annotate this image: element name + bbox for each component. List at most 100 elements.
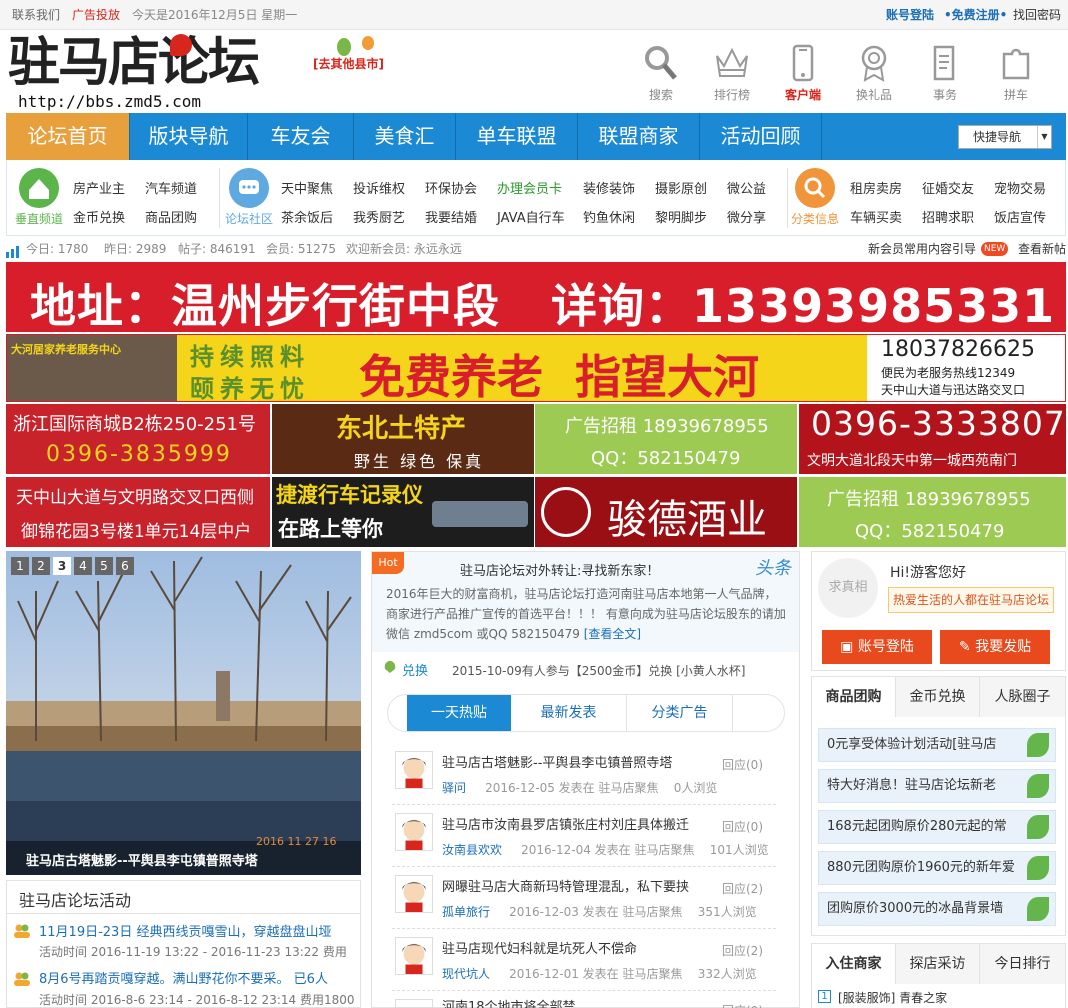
login-link[interactable]: 账号登陆 (886, 0, 934, 30)
post-title[interactable]: 驻马店古塔魅影--平舆县李屯镇普照寺塔 (442, 752, 672, 771)
list-item[interactable]: 880元团购原价1960元的新年爱 (818, 851, 1056, 885)
group3-label[interactable]: 分类信息 (785, 210, 845, 227)
cat-link[interactable]: 招聘求职 (922, 207, 974, 226)
slider-caption[interactable]: 驻马店古塔魅影--平舆县李屯镇普照寺塔 (26, 850, 258, 869)
tab-daily-hot[interactable]: 一天热贴 (407, 695, 511, 731)
register-link[interactable]: •免费注册• (944, 0, 1007, 30)
slider-page-6[interactable]: 6 (116, 557, 134, 575)
cat-link[interactable]: 投诉维权 (353, 178, 405, 197)
avatar[interactable] (395, 813, 433, 851)
slider-page-3[interactable]: 3 (53, 557, 71, 575)
header-search[interactable]: 搜索 (636, 44, 686, 103)
cat-link[interactable]: 宠物交易 (994, 178, 1046, 197)
cat-link[interactable]: 微分享 (727, 207, 766, 226)
tab-store-visit[interactable]: 探店采访 (896, 944, 980, 984)
read-more-link[interactable]: [查看全文] (584, 627, 641, 641)
exchange-label[interactable]: 兑换 (402, 660, 428, 679)
view-new-posts-link[interactable]: 查看新帖 (1018, 238, 1066, 260)
new-member-guide-link[interactable]: 新会员常用内容引导 (868, 238, 976, 260)
post-author[interactable]: 孤单旅行 (442, 905, 490, 919)
tab-today-ranking[interactable]: 今日排行 (980, 944, 1065, 984)
ad-banner-elder-care[interactable]: 大河居家养老服务中心 持续照料 颐养无忧 免费养老 指望大河 180378266… (6, 334, 1066, 402)
avatar[interactable] (395, 875, 433, 913)
cat-link[interactable]: 天中聚焦 (281, 178, 333, 197)
tab-group-buy[interactable]: 商品团购 (812, 677, 896, 717)
ads-link[interactable]: 广告投放 (72, 0, 120, 30)
cat-link[interactable]: JAVA自行车 (497, 207, 565, 226)
nav-car-club[interactable]: 车友会 (248, 113, 354, 160)
quick-nav-dropdown[interactable]: 快捷导航 ▼ (958, 125, 1052, 149)
tab-coin-exchange[interactable]: 金币兑换 (896, 677, 980, 717)
cat-link[interactable]: 钓鱼休闲 (583, 207, 635, 226)
ad-for-rent-1[interactable]: 广告招租 18939678955 QQ：582150479 (535, 404, 797, 474)
cat-link[interactable]: 我秀厨艺 (353, 207, 405, 226)
ad-banner-address[interactable]: 地址：温州步行街中段 详询：13393985331 (6, 262, 1066, 332)
header-client[interactable]: 客户端 (778, 44, 828, 103)
ad-phone-3333807[interactable]: 0396-3333807 文明大道北段天中第一城西苑南门 (799, 404, 1066, 474)
cat-link[interactable]: 环保协会 (425, 178, 477, 197)
login-button[interactable]: ▣ 账号登陆 (822, 630, 932, 664)
list-item[interactable]: 团购原价3000元的冰晶背景墙 (818, 892, 1056, 926)
header-carpool[interactable]: 拼车 (991, 44, 1041, 103)
cat-link[interactable]: 车辆买卖 (850, 207, 902, 226)
cat-link[interactable]: 茶余饭后 (281, 207, 333, 226)
post-title[interactable]: 驻马店现代妇科就是坑死人不偿命 (442, 938, 637, 957)
cat-link[interactable]: 房产业主 (73, 178, 125, 197)
slider-page-5[interactable]: 5 (95, 557, 113, 575)
ad-northeast-products[interactable]: 东北土特产 野生 绿色 保真 (272, 404, 534, 474)
headline-title[interactable]: 驻马店论坛对外转让:寻找新东家！ (460, 560, 659, 579)
cat-link[interactable]: 汽车频道 (145, 178, 197, 197)
contact-link[interactable]: 联系我们 (12, 0, 60, 30)
new-post-button[interactable]: ✎ 我要发贴 (940, 630, 1050, 664)
cat-link[interactable]: 办理会员卡 (497, 178, 562, 197)
nav-bike-league[interactable]: 单车联盟 (456, 113, 578, 160)
post-title[interactable]: 网曝驻马店大商新玛特管理混乱，私下要挟 (442, 876, 689, 895)
nav-home[interactable]: 论坛首页 (6, 113, 130, 160)
cat-link[interactable]: 摄影原创 (655, 178, 707, 197)
ad-dashcam[interactable]: 捷渡行车记录仪 在路上等你 (272, 477, 534, 547)
nav-merchants[interactable]: 联盟商家 (578, 113, 700, 160)
cat-link[interactable]: 商品团购 (145, 207, 197, 226)
photo-slider[interactable]: 2016 11 27 16 驻马店古塔魅影--平舆县李屯镇普照寺塔 (6, 551, 361, 875)
cat-link[interactable]: 金币兑换 (73, 207, 125, 226)
site-logo[interactable]: 驻马店论坛 (8, 32, 260, 94)
cat-link[interactable]: 微公益 (727, 178, 766, 197)
avatar[interactable] (395, 999, 433, 1008)
slider-page-2[interactable]: 2 (32, 557, 50, 575)
activity-item-title[interactable]: 11月19日-23日 经典西线贡嘎雪山，穿越盘盘山垭 (39, 921, 331, 940)
post-title[interactable]: 驻马店市汝南县罗店镇张庄村刘庄具体搬迁 (442, 814, 689, 833)
cat-link[interactable]: 征婚交友 (922, 178, 974, 197)
list-item[interactable]: 特大好消息！驻马店论坛新老 (818, 769, 1056, 803)
post-title[interactable]: 河南18个地市将全部禁 (442, 998, 576, 1008)
post-author[interactable]: 驿问 (442, 781, 466, 795)
cat-link[interactable]: 我要结婚 (425, 207, 477, 226)
list-item[interactable]: 0元享受体验计划活动[驻马店 (818, 728, 1056, 762)
nav-events-review[interactable]: 活动回顾 (700, 113, 822, 160)
ad-yujin-garden[interactable]: 天中山大道与文明路交叉口西侧 御锦花园3号楼1单元14层中户 (6, 477, 270, 547)
cat-link[interactable]: 租房卖房 (850, 178, 902, 197)
group2-label[interactable]: 论坛社区 (219, 210, 279, 227)
other-county-link[interactable]: [去其他县市] (313, 55, 384, 72)
post-author[interactable]: 汝南县欢欢 (442, 843, 502, 857)
tab-merchants[interactable]: 入住商家 (812, 944, 896, 984)
tab-latest[interactable]: 最新发表 (511, 695, 627, 731)
header-gift[interactable]: 换礼品 (849, 44, 899, 103)
ad-zhejiang-mall[interactable]: 浙江国际商城B2栋250-251号 0396-3835999 (6, 404, 270, 474)
slider-page-1[interactable]: 1 (11, 557, 29, 575)
avatar[interactable]: 求真相 (818, 558, 878, 618)
cat-link[interactable]: 饭店宣传 (994, 207, 1046, 226)
group1-label[interactable]: 垂直频道 (9, 210, 69, 227)
activity-item-title[interactable]: 8月6号再踏贡嘎穿越。满山野花你不要采。 已6人 (39, 968, 328, 987)
avatar[interactable] (395, 937, 433, 975)
header-ranking[interactable]: 排行榜 (707, 44, 757, 103)
recover-password-link[interactable]: 找回密码 (1013, 0, 1061, 30)
header-affairs[interactable]: 事务 (920, 44, 970, 103)
cat-link[interactable]: 装修装饰 (583, 178, 635, 197)
merchant-item[interactable]: [服装服饰] 青春之家 (838, 989, 947, 1006)
post-author[interactable]: 现代坑人 (442, 967, 490, 981)
nav-food[interactable]: 美食汇 (354, 113, 456, 160)
ad-for-rent-2[interactable]: 广告招租 18939678955 QQ：582150479 (799, 477, 1066, 547)
list-item[interactable]: 168元起团购原价280元起的常 (818, 810, 1056, 844)
avatar[interactable] (395, 751, 433, 789)
tab-network[interactable]: 人脉圈子 (980, 677, 1065, 717)
